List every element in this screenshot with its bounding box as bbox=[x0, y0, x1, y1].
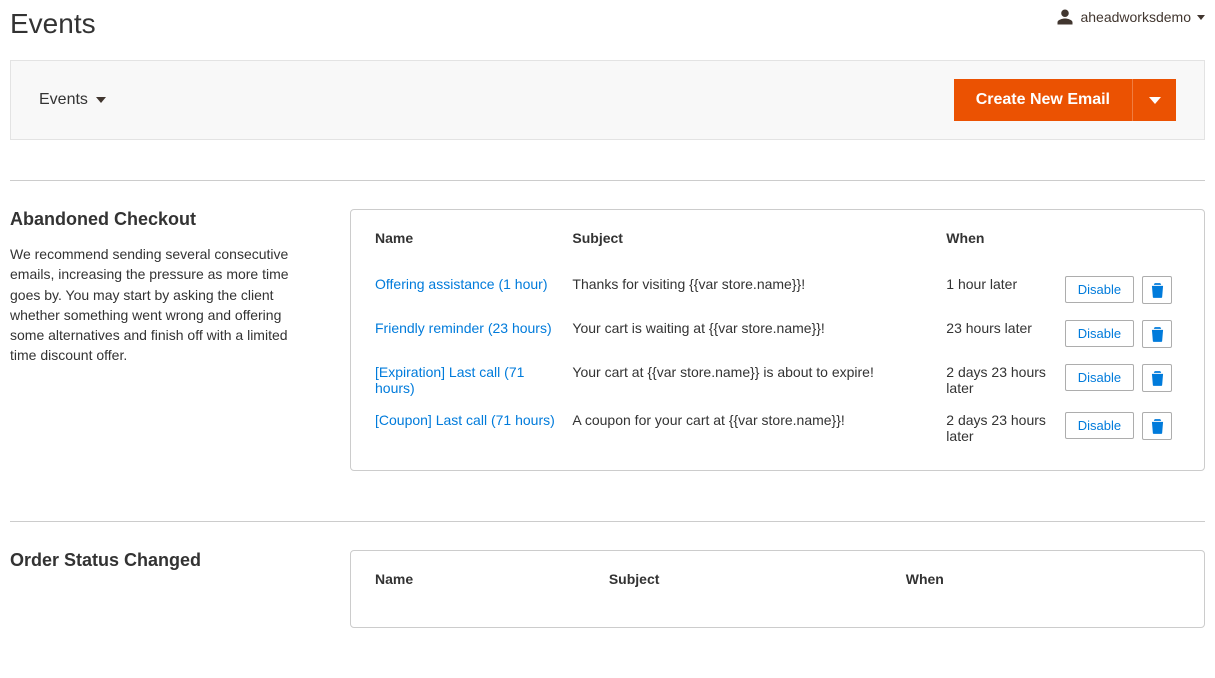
trash-icon bbox=[1151, 419, 1164, 434]
col-subject: Subject bbox=[572, 218, 946, 268]
create-new-email-dropdown[interactable] bbox=[1132, 79, 1176, 121]
user-menu[interactable]: aheadworksdemo bbox=[1056, 8, 1205, 26]
email-when: 2 days 23 hours later bbox=[946, 356, 1064, 404]
table-row: [Coupon] Last call (71 hours) A coupon f… bbox=[375, 404, 1180, 452]
chevron-down-icon bbox=[96, 97, 106, 103]
disable-button[interactable]: Disable bbox=[1065, 276, 1134, 303]
email-when: 2 days 23 hours later bbox=[946, 404, 1064, 452]
event-section: Abandoned Checkout We recommend sending … bbox=[0, 181, 1215, 521]
email-name-link[interactable]: Offering assistance (1 hour) bbox=[375, 276, 548, 292]
emails-card: Name Subject When Offering assistance (1… bbox=[350, 209, 1205, 471]
email-name-link[interactable]: [Coupon] Last call (71 hours) bbox=[375, 412, 555, 428]
col-name: Name bbox=[375, 218, 572, 268]
disable-button[interactable]: Disable bbox=[1065, 364, 1134, 391]
disable-button[interactable]: Disable bbox=[1065, 320, 1134, 347]
email-subject: Thanks for visiting {{var store.name}}! bbox=[572, 268, 946, 312]
email-subject: Your cart at {{var store.name}} is about… bbox=[572, 356, 946, 404]
col-when: When bbox=[946, 218, 1064, 268]
user-icon bbox=[1056, 8, 1074, 26]
delete-button[interactable] bbox=[1142, 320, 1172, 348]
toolbar: Events Create New Email bbox=[10, 60, 1205, 140]
section-description: We recommend sending several consecutive… bbox=[10, 244, 310, 366]
table-row: Friendly reminder (23 hours) Your cart i… bbox=[375, 312, 1180, 356]
scope-selector[interactable]: Events bbox=[39, 91, 106, 109]
email-subject: A coupon for your cart at {{var store.na… bbox=[572, 404, 946, 452]
col-subject: Subject bbox=[609, 559, 906, 609]
table-row: [Expiration] Last call (71 hours) Your c… bbox=[375, 356, 1180, 404]
section-title: Order Status Changed bbox=[10, 550, 310, 571]
col-name: Name bbox=[375, 559, 609, 609]
col-when: When bbox=[906, 559, 1140, 609]
page-title: Events bbox=[10, 8, 96, 40]
trash-icon bbox=[1151, 283, 1164, 298]
delete-button[interactable] bbox=[1142, 412, 1172, 440]
chevron-down-icon bbox=[1149, 97, 1161, 104]
emails-card: Name Subject When bbox=[350, 550, 1205, 628]
delete-button[interactable] bbox=[1142, 276, 1172, 304]
user-name: aheadworksdemo bbox=[1080, 9, 1191, 25]
scope-label: Events bbox=[39, 91, 88, 109]
email-subject: Your cart is waiting at {{var store.name… bbox=[572, 312, 946, 356]
email-when: 23 hours later bbox=[946, 312, 1064, 356]
delete-button[interactable] bbox=[1142, 364, 1172, 392]
email-name-link[interactable]: Friendly reminder (23 hours) bbox=[375, 320, 552, 336]
create-new-email-button[interactable]: Create New Email bbox=[954, 79, 1176, 121]
section-title: Abandoned Checkout bbox=[10, 209, 310, 230]
chevron-down-icon bbox=[1197, 15, 1205, 20]
trash-icon bbox=[1151, 371, 1164, 386]
table-row: Offering assistance (1 hour) Thanks for … bbox=[375, 268, 1180, 312]
email-name-link[interactable]: [Expiration] Last call (71 hours) bbox=[375, 364, 524, 396]
email-when: 1 hour later bbox=[946, 268, 1064, 312]
event-section: Order Status Changed Name Subject When bbox=[0, 522, 1215, 678]
create-new-email-label: Create New Email bbox=[954, 79, 1132, 121]
trash-icon bbox=[1151, 327, 1164, 342]
disable-button[interactable]: Disable bbox=[1065, 412, 1134, 439]
